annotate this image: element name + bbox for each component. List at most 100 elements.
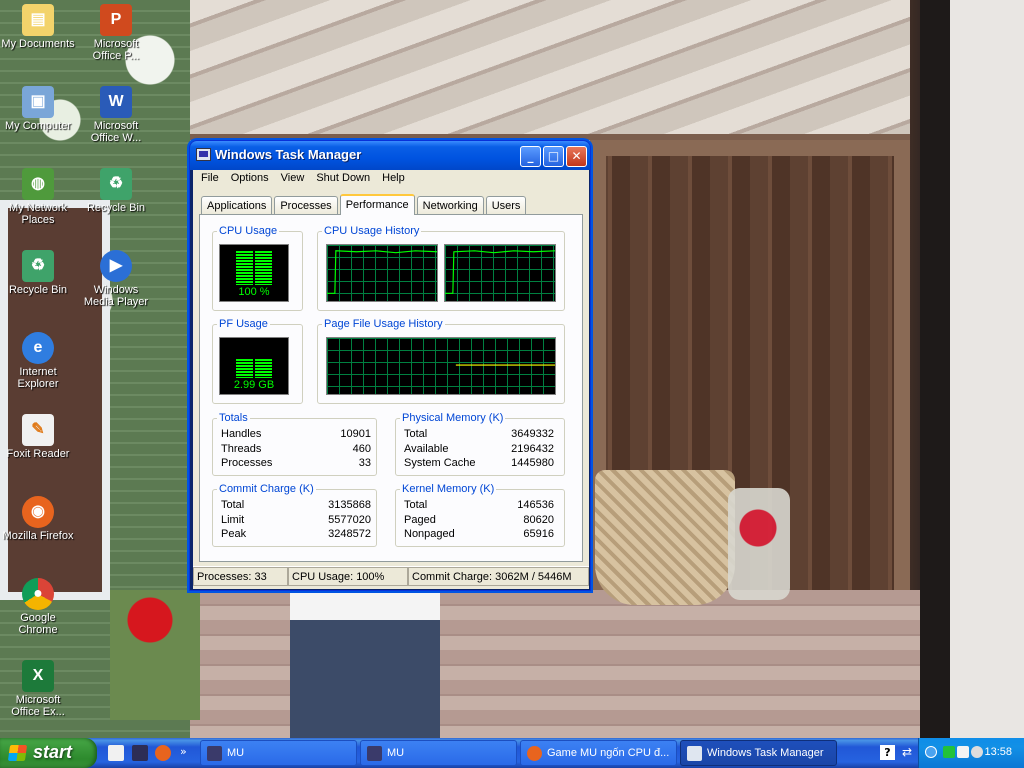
tab-performance[interactable]: Performance <box>339 194 415 215</box>
cpu-history-line-core1 <box>327 250 437 294</box>
wallpaper-shed <box>590 140 910 610</box>
stat-value: 80620 <box>523 514 554 526</box>
close-button[interactable]: ✕ <box>566 146 587 167</box>
cpu-usage-group: CPU Usage 100 % <box>212 225 303 311</box>
desktop-icon-network-places[interactable]: ◍ My Network Places <box>0 168 76 226</box>
language-icon[interactable]: ⇄ <box>902 745 912 759</box>
tab-users[interactable]: Users <box>485 196 527 215</box>
pf-usage-meter: 2.99 GB <box>219 337 289 395</box>
internet-explorer-icon: e <box>22 332 54 364</box>
desktop-icon-my-documents[interactable]: ▤ My Documents <box>0 4 76 50</box>
menu-options[interactable]: Options <box>225 170 275 188</box>
tray-status-icon[interactable] <box>971 746 983 758</box>
physical-memory-group: Physical Memory (K) Total 3649332 Availab… <box>395 412 565 476</box>
desktop-icon-label: Recycle Bin <box>86 202 146 214</box>
tab-networking[interactable]: Networking <box>416 196 484 215</box>
tray-app-icon[interactable] <box>957 746 969 758</box>
physical-memory-row: System Cache 1445980 <box>404 456 554 471</box>
menu-file[interactable]: File <box>195 170 225 188</box>
firefox-quicklaunch-icon[interactable] <box>155 745 171 761</box>
kernel-memory-row: Paged 80620 <box>404 513 554 528</box>
tab-applications[interactable]: Applications <box>201 196 273 215</box>
minimize-button[interactable]: _ <box>520 146 541 167</box>
stat-value: 3135868 <box>328 499 371 511</box>
physical-memory-row: Total 3649332 <box>404 427 554 442</box>
start-button[interactable]: start <box>0 738 97 768</box>
desktop-icon-powerpoint[interactable]: P Microsoft Office P... <box>78 4 154 62</box>
clock: 13:58 <box>984 746 1012 758</box>
wallpaper-flowers <box>110 590 200 720</box>
word-icon: W <box>100 86 132 118</box>
menu-view[interactable]: View <box>275 170 311 188</box>
totals-row: Threads 460 <box>221 442 371 457</box>
desktop-icon-word[interactable]: W Microsoft Office W... <box>78 86 154 144</box>
status-cpu: CPU Usage: 100% <box>288 567 408 586</box>
stat-name: Limit <box>221 514 245 526</box>
desktop-icon-recycle-bin[interactable]: ♻ Recycle Bin <box>0 250 76 296</box>
commit-charge-row: Peak 3248572 <box>221 527 371 542</box>
tray-network-icon[interactable] <box>943 746 955 758</box>
stat-value: 1445980 <box>511 457 554 469</box>
desktop-icon-chrome[interactable]: ● Google Chrome <box>0 578 76 636</box>
foxit-reader-icon: ✎ <box>22 414 54 446</box>
maximize-button[interactable]: □ <box>543 146 564 167</box>
wallpaper-roof <box>190 0 910 140</box>
start-label: start <box>33 742 73 762</box>
tab-processes[interactable]: Processes <box>274 196 338 215</box>
stat-value: 5577020 <box>328 514 371 526</box>
stat-name: Total <box>404 499 428 511</box>
taskbar-item-mu-2[interactable]: MU <box>360 740 517 766</box>
desktop-icon-media-player[interactable]: ▶ Windows Media Player <box>78 250 154 308</box>
desktop-icon-label: Microsoft Office W... <box>90 120 142 144</box>
physical-memory-row: Available 2196432 <box>404 442 554 457</box>
desktop-icon-internet-explorer[interactable]: e Internet Explorer <box>0 332 76 390</box>
task-manager-icon <box>196 148 211 161</box>
quicklaunch-chevron-icon[interactable]: » <box>180 745 187 758</box>
recycle-bin-icon: ♻ <box>100 168 132 200</box>
cpu-usage-bars <box>236 251 272 285</box>
desktop-icon-my-computer[interactable]: ▣ My Computer <box>0 86 76 132</box>
pf-usage-label: PF Usage <box>217 318 270 330</box>
desktop-icon-excel[interactable]: X Microsoft Office Ex... <box>0 660 76 718</box>
menu-shut-down[interactable]: Shut Down <box>310 170 376 188</box>
tray-expand-icon[interactable] <box>925 746 937 758</box>
desktop-icon-label: Recycle Bin <box>8 284 68 296</box>
pf-usage-bars <box>236 359 272 378</box>
task-manager-icon <box>687 746 702 761</box>
wallpaper-pillar <box>920 0 950 740</box>
desktop-icon-label: Windows Media Player <box>83 284 149 308</box>
taskbar-item-task-manager[interactable]: Windows Task Manager <box>680 740 837 766</box>
desktop-icon-recycle-bin-2[interactable]: ♻ Recycle Bin <box>78 168 154 214</box>
stat-value: 10901 <box>340 428 371 440</box>
pf-history-graph <box>326 337 556 395</box>
foxit-quicklaunch-icon[interactable] <box>108 745 124 761</box>
wallpaper-person <box>290 590 440 740</box>
taskbar-item-firefox[interactable]: Game MU ngốn CPU đ... <box>520 740 677 766</box>
desktop-icon-foxit-reader[interactable]: ✎ Foxit Reader <box>0 414 76 460</box>
cpu-usage-label: CPU Usage <box>217 225 280 237</box>
kernel-memory-row: Total 146536 <box>404 498 554 513</box>
status-bar: Processes: 33 CPU Usage: 100% Commit Cha… <box>193 566 589 587</box>
taskbar-item-mu-1[interactable]: MU <box>200 740 357 766</box>
stat-value: 2196432 <box>511 443 554 455</box>
pf-usage-value: 2.99 GB <box>233 379 275 391</box>
desktop-icon-label: My Network Places <box>8 202 68 226</box>
totals-row: Handles 10901 <box>221 427 371 442</box>
menu-bar: File Options View Shut Down Help <box>193 170 589 188</box>
desktop-icon-firefox[interactable]: ◉ Mozilla Firefox <box>0 496 76 542</box>
stat-name: Total <box>404 428 428 440</box>
help-icon[interactable]: ? <box>880 745 895 760</box>
desktop-icon-label: My Computer <box>4 120 72 132</box>
stat-value: 460 <box>352 443 371 455</box>
menu-help[interactable]: Help <box>376 170 411 188</box>
folder-icon: ▤ <box>22 4 54 36</box>
pf-history-line <box>455 364 555 366</box>
pf-history-group: Page File Usage History <box>317 318 565 404</box>
cpu-history-line-core2 <box>445 250 555 294</box>
title-bar[interactable]: Windows Task Manager _ □ ✕ <box>190 141 590 170</box>
cpu-history-label: CPU Usage History <box>322 225 422 237</box>
kernel-memory-group: Kernel Memory (K) Total 146536 Paged 80620… <box>395 483 565 547</box>
mu-quicklaunch-icon[interactable] <box>132 745 148 761</box>
kernel-memory-row: Nonpaged 65916 <box>404 527 554 542</box>
commit-charge-row: Limit 5577020 <box>221 513 371 528</box>
